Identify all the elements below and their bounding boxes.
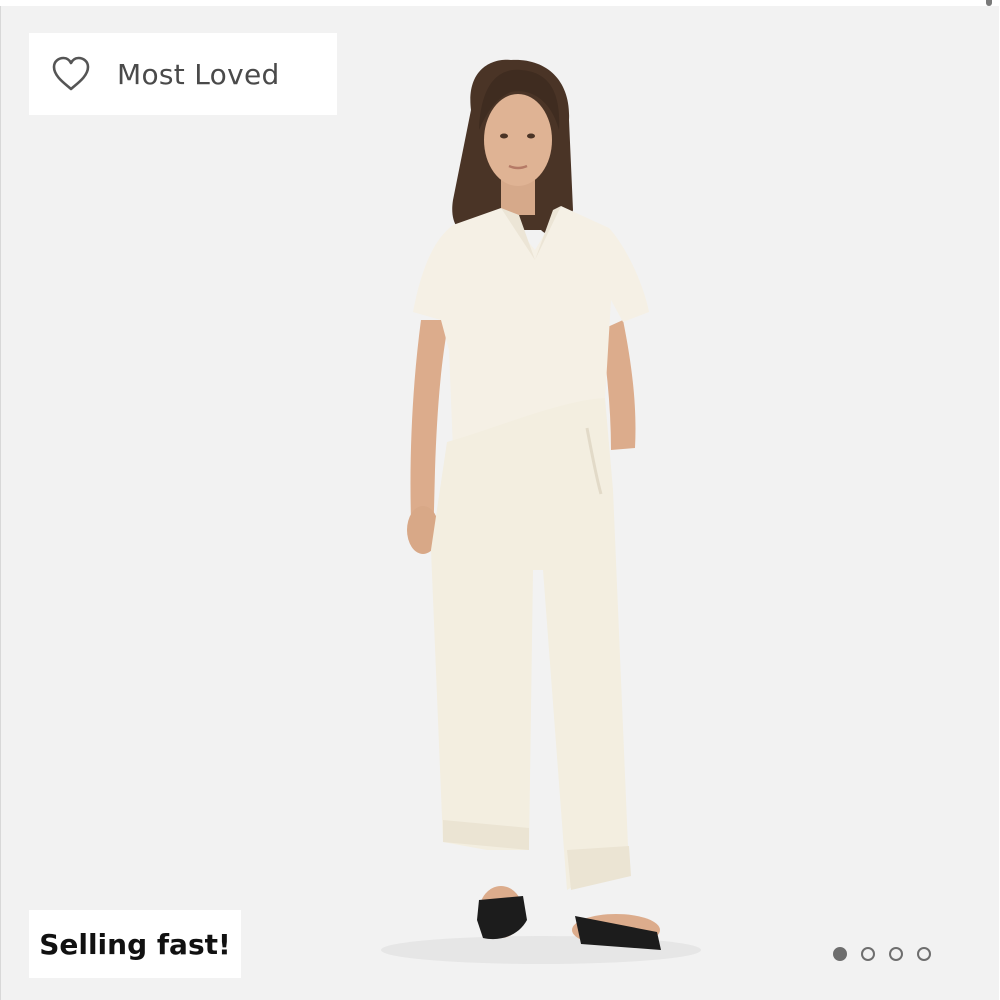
carousel-dot-3[interactable] xyxy=(889,947,903,961)
carousel-dot-2[interactable] xyxy=(861,947,875,961)
carousel-indicators xyxy=(833,947,931,961)
product-model-image[interactable] xyxy=(361,50,721,980)
product-card[interactable]: Most Loved Selling fast! xyxy=(0,6,999,1000)
carousel-dot-1[interactable] xyxy=(833,947,847,961)
most-loved-label: Most Loved xyxy=(117,57,280,91)
selling-fast-label: Selling fast! xyxy=(39,927,231,961)
carousel-dot-4[interactable] xyxy=(917,947,931,961)
heart-outline-icon[interactable] xyxy=(51,56,91,92)
selling-fast-badge: Selling fast! xyxy=(29,910,241,978)
most-loved-badge: Most Loved xyxy=(29,33,337,115)
